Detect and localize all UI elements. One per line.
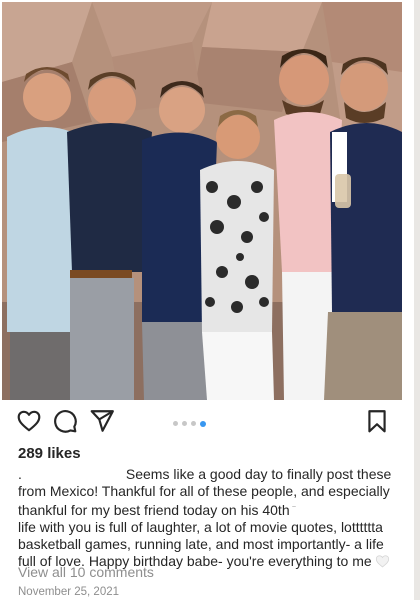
sparkle-icon: ⁻ (291, 503, 297, 513)
post-photo[interactable] (2, 2, 402, 400)
carousel-dot-active (200, 420, 206, 427)
caption-line-3: thankful for my best friend today on his… (18, 500, 394, 519)
post-date: November 25, 2021 (18, 586, 120, 598)
post-actions-bar (0, 408, 404, 438)
post-caption: . Seems like a good day to finally post t… (18, 466, 394, 570)
carousel-dot (173, 421, 178, 426)
speech-bubble-icon[interactable] (52, 408, 78, 434)
instagram-post: 289 likes . Seems like a good day to fina… (0, 0, 420, 600)
white-heart-icon (375, 555, 389, 568)
caption-line-3-text: thankful for my best friend today on his… (18, 502, 290, 518)
group-photo-image (2, 2, 402, 400)
caption-line-1-text: Seems like a good day to finally post th… (125, 466, 392, 482)
caption-line-5: basketball games, running late, and most… (18, 536, 384, 552)
caption-line-1: . Seems like a good day to finally post t… (18, 466, 394, 483)
carousel-indicator (173, 420, 223, 429)
paper-plane-icon[interactable] (89, 408, 115, 434)
likes-count[interactable]: 289 likes (18, 445, 81, 462)
carousel-dot (191, 421, 196, 426)
caption-line-2: from Mexico! Thankful for all of these p… (18, 483, 390, 499)
bookmark-outline-icon[interactable] (364, 408, 390, 434)
heart-outline-icon[interactable] (16, 408, 42, 434)
view-all-comments-link[interactable]: View all 10 comments (18, 564, 154, 580)
carousel-dot (182, 421, 187, 426)
caption-line-4: life with you is full of laughter, a lot… (18, 519, 383, 535)
